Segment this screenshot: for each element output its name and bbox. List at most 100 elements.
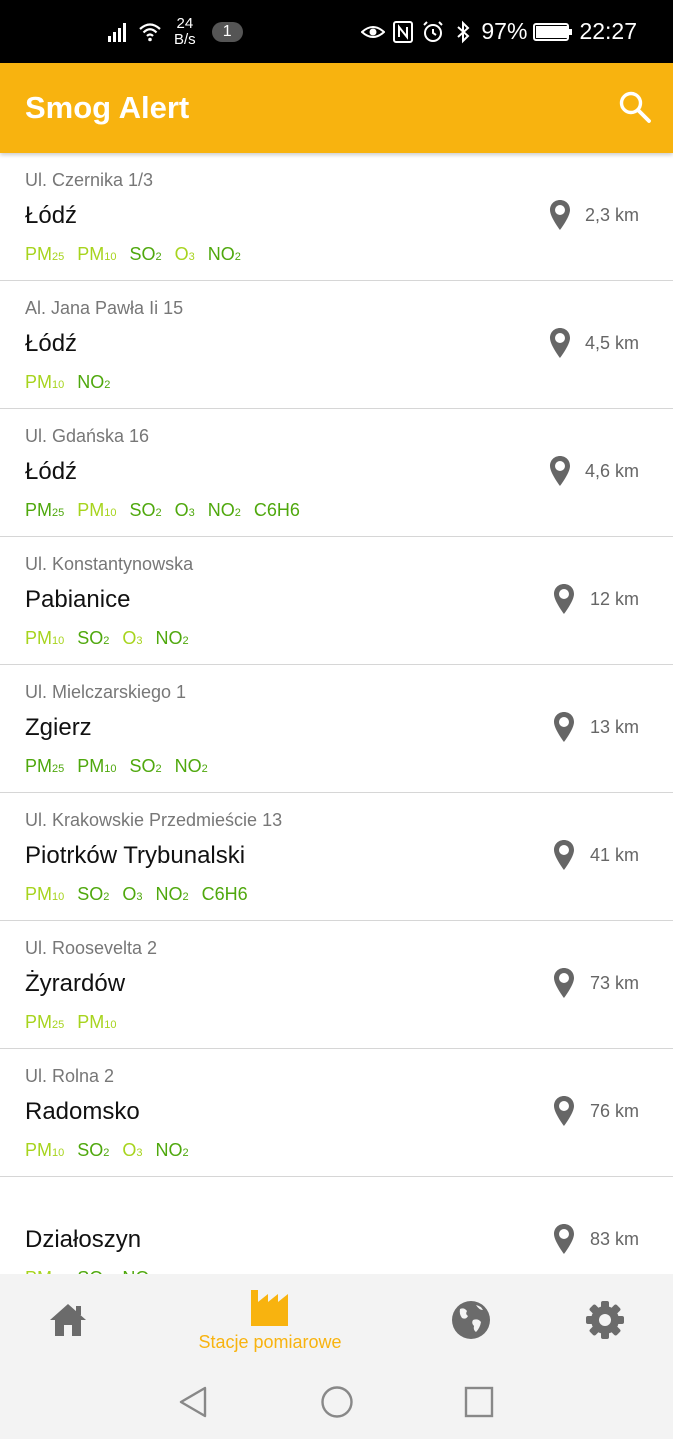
pollutant-tag: SO2 [130, 500, 162, 521]
pollutant-name: O [122, 628, 137, 648]
station-city: Łódź [25, 202, 78, 229]
network-speed-unit: B/s [174, 30, 196, 48]
pollutant-tag: PM25 [25, 756, 64, 777]
station-distance: 2,3 km [584, 205, 639, 225]
pollutant-list: PM10 SO2 O3 NO2 C6H6 [25, 884, 248, 905]
pollutant-subscript: 10 [104, 251, 117, 263]
pollutant-name: PM [77, 500, 105, 520]
pollutant-subscript: 3 [136, 1147, 143, 1159]
station-item[interactable]: Al. Jana Pawła Ii 15 Łódź PM10 NO2 4,5 km [0, 281, 673, 409]
pollutant-subscript: 3 [188, 507, 195, 519]
pollutant-tag: NO2 [208, 244, 241, 265]
pollutant-subscript: 10 [104, 763, 117, 775]
pollutant-tag: PM10 [25, 1140, 64, 1161]
station-item[interactable]: Ul. Gdańska 16 Łódź PM25 PM10 SO2 O3 NO2 C6H6 4,… [0, 409, 673, 537]
pollutant-subscript: 2 [155, 507, 162, 519]
alarm-icon [423, 20, 444, 42]
network-speed: 24 B/s [174, 15, 196, 48]
pollutant-name: PM [25, 1140, 52, 1160]
pollutant-subscript: 2 [201, 763, 208, 775]
pollutant-subscript: 10 [52, 635, 65, 647]
pollutant-list: PM25 PM10 SO2 NO2 [25, 756, 208, 777]
wifi-icon [139, 22, 161, 41]
pollutant-list: PM25 PM10 SO2 O3 NO2 [25, 244, 241, 265]
pollutant-name: NO [207, 244, 235, 264]
station-item[interactable]: Ul. Krakowskie Przedmieście 13 Piotrków T… [0, 793, 673, 921]
pollutant-name: PM [25, 1012, 52, 1032]
pollutant-name: NO [77, 372, 105, 392]
pollutant-tag: NO2 [156, 1140, 189, 1161]
clock: 22:27 [579, 18, 637, 44]
pollutant-subscript: 2 [103, 1147, 110, 1159]
station-item[interactable]: Ul. Mielczarskiego 1 Zgierz PM25 PM10 SO2 NO2… [0, 665, 673, 793]
pollutant-tag: C6H6 [254, 500, 300, 521]
pollutant-tag: SO2 [130, 756, 162, 777]
pollutant-subscript: 25 [52, 1019, 65, 1031]
pollutant-subscript: 2 [182, 891, 189, 903]
pollutant-tag: NO2 [77, 372, 110, 393]
factory-icon [251, 1289, 288, 1326]
station-street: Al. Jana Pawła Ii 15 [25, 298, 184, 318]
pollutant-subscript: 2 [234, 507, 241, 519]
pollutant-name: PM [25, 372, 52, 392]
pollutant-tag: NO2 [175, 756, 208, 777]
station-distance: 83 km [589, 1229, 639, 1249]
pollutant-tag: PM10 [25, 372, 64, 393]
recents-icon[interactable] [464, 1385, 494, 1419]
station-list[interactable]: Ul. Czernika 1/3 Łódź PM25 PM10 SO2 O3 NO2 2,3 … [0, 153, 673, 1274]
location-pin-icon [554, 1096, 574, 1126]
pollutant-tag: O3 [122, 1140, 142, 1161]
pollutant-subscript: 10 [52, 891, 65, 903]
nav-stations[interactable]: Stacje pomiarowe [190, 1274, 350, 1366]
pollutant-name: PM [25, 500, 52, 520]
station-distance: 13 km [589, 717, 639, 737]
location-pin-icon [554, 712, 574, 742]
pollutant-name: NO [207, 500, 235, 520]
pollutant-subscript: 10 [104, 507, 117, 519]
eye-icon [361, 25, 386, 38]
station-item[interactable]: DziałoszynPM10SO2NO283 km [0, 1177, 673, 1274]
pollutant-name: PM [25, 244, 52, 264]
location-pin-icon [550, 456, 570, 486]
pollutant-name: O [122, 884, 137, 904]
search-icon[interactable] [617, 89, 653, 125]
station-street: Ul. Rolna 2 [25, 1066, 115, 1086]
pollutant-tag: NO2 [156, 884, 189, 905]
pollutant-subscript: 2 [182, 1147, 189, 1159]
settings-icon [586, 1301, 624, 1339]
nav-map[interactable] [449, 1274, 493, 1366]
pollutant-name: PM [77, 1012, 105, 1032]
pollutant-subscript: 2 [182, 635, 189, 647]
station-city: Zgierz [25, 714, 92, 741]
pollutant-subscript: 3 [188, 251, 195, 263]
pollutant-name: SO [77, 884, 104, 904]
pollutant-tag: O3 [175, 500, 195, 521]
pollutant-tag: C6H6 [202, 884, 248, 905]
battery-level [536, 25, 568, 38]
status-left: 24 B/s 1 [106, 0, 243, 63]
station-item[interactable]: Ul. Czernika 1/3 Łódź PM25 PM10 SO2 O3 NO2 2,3 … [0, 153, 673, 281]
pollutant-tag: PM10 [77, 756, 116, 777]
pollutant-subscript: 3 [136, 635, 143, 647]
station-item[interactable]: Ul. Roosevelta 2 Żyrardów PM25 PM10 73 km [0, 921, 673, 1049]
location-pin-icon [554, 968, 574, 998]
station-city: Żyrardów [25, 970, 126, 997]
station-item[interactable]: Ul. Konstantynowska Pabianice PM10 SO2 O3 NO2… [0, 537, 673, 665]
home-button-icon[interactable] [320, 1385, 354, 1419]
pollutant-list: PM10 SO2 O3 NO2 [25, 628, 189, 649]
nav-home[interactable] [46, 1274, 90, 1366]
pollutant-name: SO [77, 628, 104, 648]
location-pin-icon [554, 584, 574, 614]
pollutant-name: C6H6 [201, 884, 248, 904]
pollutant-name: SO [77, 1140, 104, 1160]
nav-settings[interactable] [583, 1274, 627, 1366]
station-city: Radomsko [25, 1098, 140, 1125]
back-icon[interactable] [178, 1385, 208, 1419]
bottom-navigation: Stacje pomiarowe [0, 1274, 673, 1366]
location-pin-icon [550, 200, 570, 230]
pollutant-tag: NO2 [156, 628, 189, 649]
status-right: 97% 22:27 [361, 0, 637, 63]
pollutant-subscript: 2 [155, 763, 162, 775]
station-item[interactable]: Ul. Rolna 2 Radomsko PM10 SO2 O3 NO2 76 km [0, 1049, 673, 1177]
pollutant-list: PM10 SO2 O3 NO2 [25, 1140, 189, 1161]
